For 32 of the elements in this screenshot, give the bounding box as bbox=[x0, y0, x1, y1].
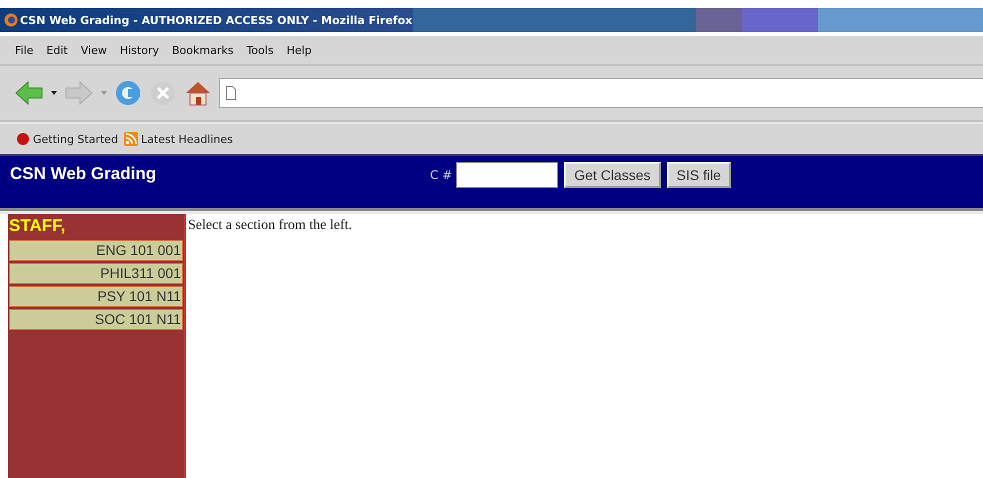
bookmark-item[interactable]: Latest Headlines bbox=[124, 132, 233, 146]
menu-item[interactable]: Help bbox=[286, 44, 312, 56]
menu-item[interactable]: View bbox=[80, 44, 107, 56]
window-title: CSN Web Grading - AUTHORIZED ACCESS ONLY - Mozilla Firefox bbox=[20, 14, 412, 26]
section-link[interactable]: PSY 101 N11 bbox=[9, 286, 183, 307]
page-icon bbox=[226, 86, 236, 100]
rss-feed-icon bbox=[124, 132, 138, 146]
header-button[interactable]: SIS file bbox=[666, 162, 731, 188]
menu-item[interactable]: History bbox=[120, 44, 159, 56]
menu-item[interactable]: File bbox=[15, 44, 34, 56]
home-icon[interactable] bbox=[184, 79, 212, 107]
message-text: Select a section from the left. bbox=[188, 218, 352, 234]
back-arrow-icon[interactable] bbox=[14, 80, 44, 106]
bookmark-item[interactable]: Getting Started bbox=[16, 132, 118, 146]
menu-item[interactable]: Bookmarks bbox=[172, 44, 234, 56]
field-label: C # bbox=[430, 168, 452, 182]
menu-item[interactable]: Edit bbox=[46, 44, 68, 56]
firefox-icon bbox=[4, 13, 18, 27]
section-link[interactable]: PHIL311 001 bbox=[9, 263, 183, 284]
address-bar[interactable] bbox=[219, 78, 983, 108]
menu-item[interactable]: Tools bbox=[246, 44, 274, 56]
dropdown-caret-icon[interactable] bbox=[51, 91, 57, 95]
input-field[interactable] bbox=[456, 162, 558, 188]
app-title: CSN Web Grading bbox=[10, 164, 158, 184]
ball-icon bbox=[16, 132, 30, 146]
stop-icon[interactable] bbox=[149, 79, 177, 107]
section-link[interactable]: SOC 101 N11 bbox=[9, 309, 183, 330]
forward-arrow-icon[interactable] bbox=[64, 80, 94, 106]
header-button[interactable]: Get Classes bbox=[564, 162, 660, 188]
user-name: STAFF, bbox=[8, 215, 66, 237]
reload-icon[interactable] bbox=[114, 79, 142, 107]
section-link[interactable]: ENG 101 001 bbox=[9, 240, 183, 261]
